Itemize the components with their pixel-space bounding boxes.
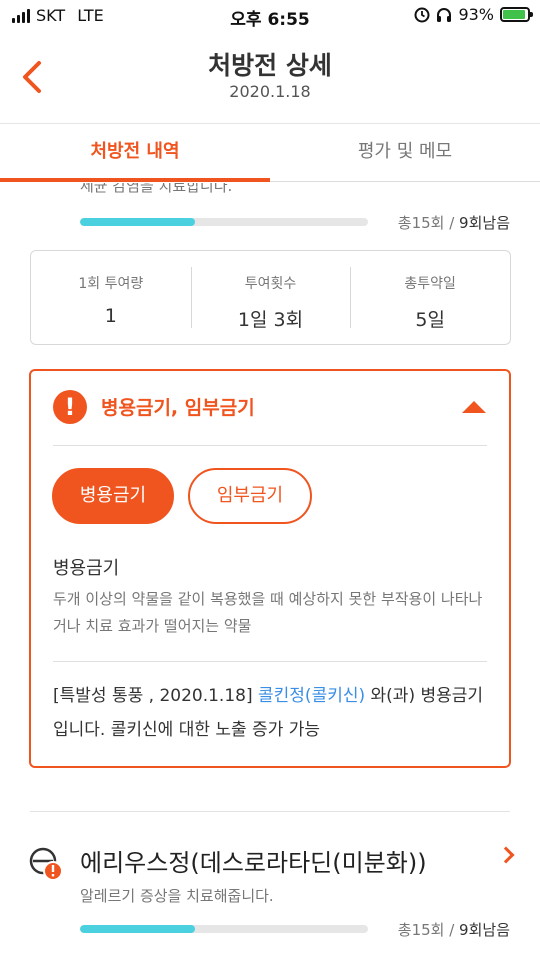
battery-icon [500, 7, 533, 22]
tab-review-memo[interactable]: 평가 및 메모 [270, 124, 540, 181]
dose-label: 투여횟수 [244, 276, 297, 292]
contraindication-title: 병용금기, 임부금기 [101, 397, 255, 419]
contraindication-panel: ! 병용금기, 임부금기 병용금기 임부금기 병용금기 두개 이상의 약물을 같… [29, 369, 511, 768]
separator: / [444, 213, 460, 232]
contraindication-detail: [특발성 통풍 , 2020.1.18] 콜킨정(콜키신) 와(과) 병용금기입… [53, 679, 493, 747]
status-right: 93% [414, 5, 533, 24]
tab-prescription[interactable]: 처방전 내역 [0, 124, 270, 182]
progress-fill [80, 218, 196, 226]
status-bar: SKT LTE 오후 6:55 93% [0, 0, 540, 32]
dose-total-days: 총투약일 5일 [350, 251, 510, 344]
chevron-right-icon[interactable] [497, 846, 515, 864]
total-count: 총15회 [397, 213, 445, 232]
separator: / [444, 920, 460, 939]
dose-label: 1회 투여량 [78, 276, 144, 292]
progress-fill [80, 925, 196, 933]
progress-track [80, 218, 368, 226]
drug-name: 에리우스정(데스로라타딘(미분화)) [80, 849, 427, 877]
drug-description: 세균 감염을 치료합니다. [80, 183, 233, 195]
drug-description: 알레르기 증상을 치료해줍니다. [80, 887, 274, 905]
headphones-icon [437, 7, 452, 22]
chip-drug-interaction[interactable]: 병용금기 [52, 468, 174, 524]
progress-text: 총15회 / 9회남음 [398, 212, 510, 233]
battery-percent: 93% [458, 5, 494, 24]
detail-prefix: [특발성 통풍 , 2020.1.18] [53, 686, 259, 706]
dose-progress: 총15회 / 9회남음 [80, 917, 510, 941]
tab-bar: 처방전 내역 평가 및 메모 [0, 124, 540, 182]
content-scroll[interactable]: 세균 감염을 치료합니다. 총15회 / 9회남음 1회 투여량 1 투여횟수 … [0, 183, 540, 961]
chip-pregnancy[interactable]: 임부금기 [188, 468, 312, 524]
dose-value: 1 [104, 305, 117, 327]
dose-per-time: 1회 투여량 1 [31, 251, 191, 344]
definition-text: 두개 이상의 약물을 같이 복용했을 때 예상하지 못한 부작용이 나타나거나 … [53, 590, 483, 635]
page-title: 처방전 상세 [208, 51, 332, 80]
dose-value: 5일 [415, 309, 445, 331]
battery-fill [503, 10, 526, 19]
divider [53, 445, 487, 446]
total-count: 총15회 [397, 920, 445, 939]
drug-list-item[interactable]: 에리우스정(데스로라타딘(미분화)) 알레르기 증상을 치료해줍니다. 총15회… [0, 823, 540, 961]
dosage-box: 1회 투여량 1 투여횟수 1일 3회 총투약일 5일 [30, 250, 511, 345]
remaining-count: 9회남음 [459, 920, 510, 939]
dose-label: 총투약일 [404, 276, 456, 292]
warning-icon: ! [53, 390, 87, 424]
definition-title: 병용금기 [53, 558, 120, 579]
contraindication-header[interactable]: ! 병용금기, 임부금기 [31, 371, 509, 445]
pill-warning-icon [29, 847, 63, 881]
dose-value: 1일 3회 [237, 309, 304, 331]
header: 처방전 상세 2020.1.18 [0, 32, 540, 124]
progress-text: 총15회 / 9회남음 [398, 919, 510, 940]
dose-progress: 총15회 / 9회남음 [80, 210, 510, 234]
remaining-count: 9회남음 [459, 213, 510, 232]
divider [53, 661, 487, 662]
progress-track [80, 925, 368, 933]
divider [30, 811, 510, 812]
interacting-drug-link[interactable]: 콜킨정(콜키신) [258, 686, 365, 706]
page-date: 2020.1.18 [229, 82, 311, 101]
alarm-icon [414, 7, 430, 22]
dose-frequency: 투여횟수 1일 3회 [190, 251, 351, 344]
collapse-arrow-icon[interactable] [462, 401, 486, 413]
